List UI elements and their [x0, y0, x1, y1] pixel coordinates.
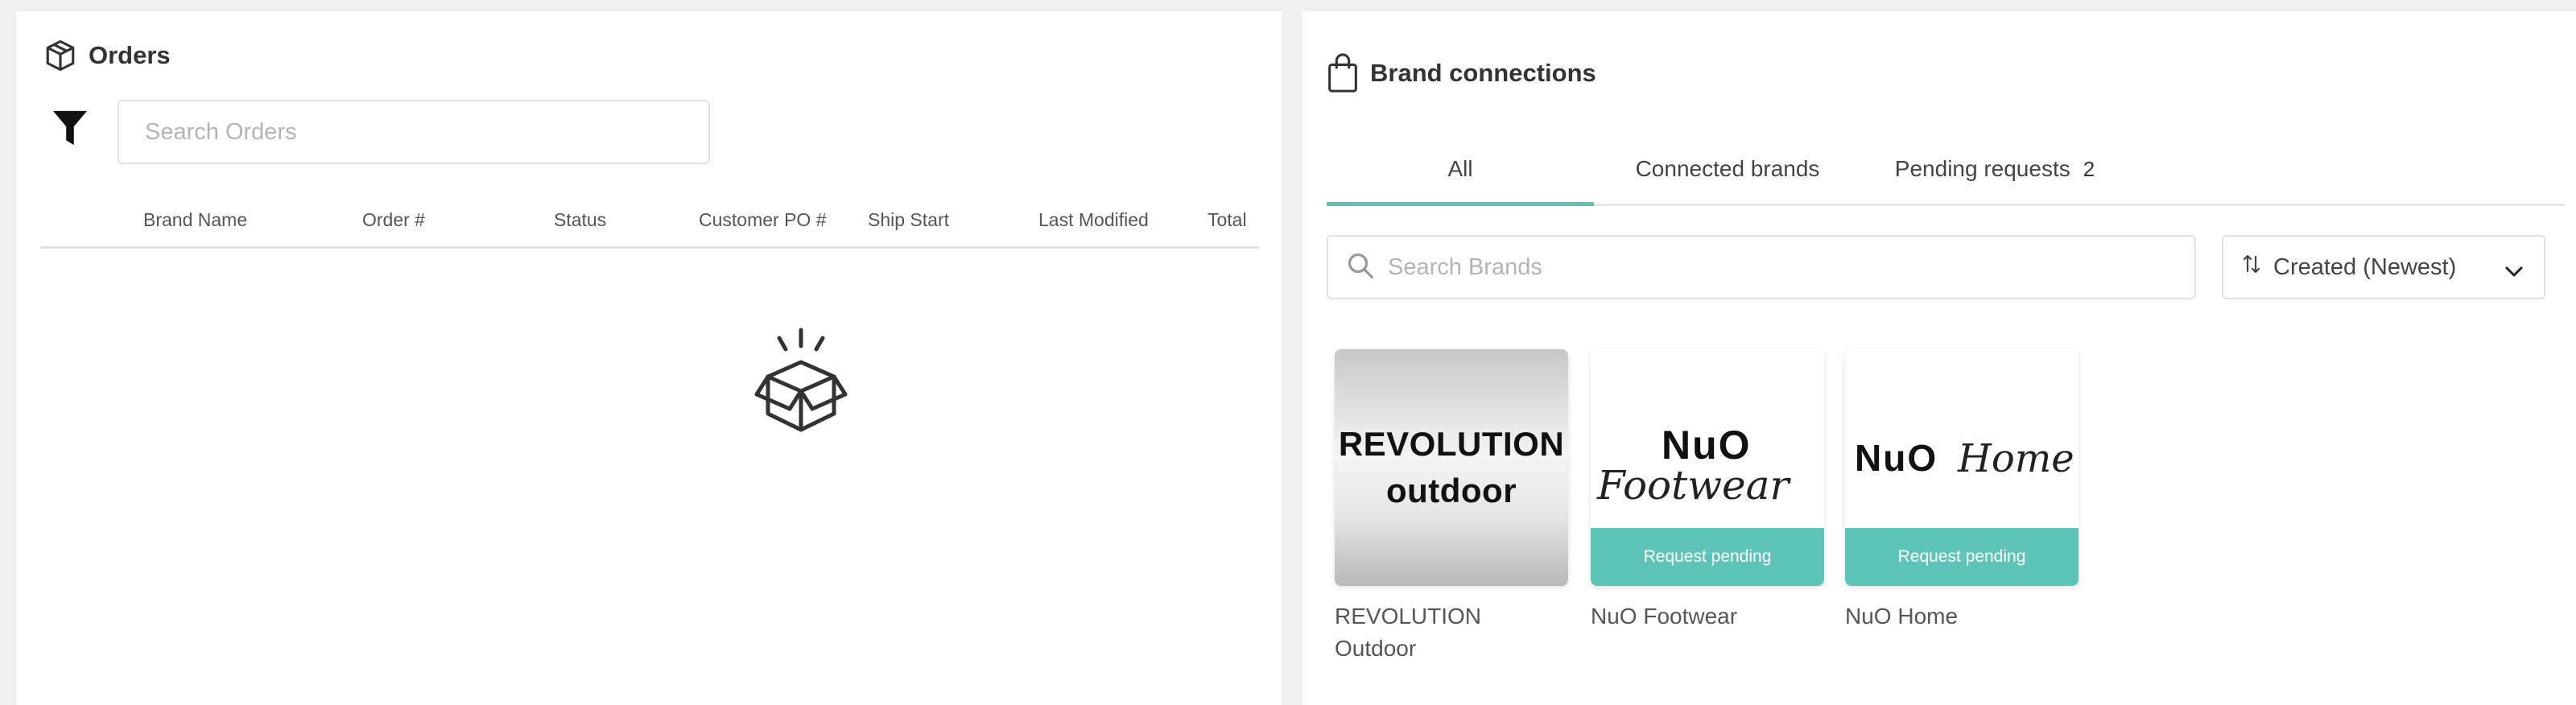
brand-logo-nuo-footwear[interactable]: NuO Footwear Request pending — [1591, 349, 1824, 586]
tab-all[interactable]: All — [1327, 132, 1594, 206]
brand-name[interactable]: NuO Footwear — [1591, 600, 1824, 633]
logo-text-line-2: outdoor — [1385, 472, 1517, 509]
request-pending-badge: Request pending — [1845, 528, 2079, 586]
request-pending-badge: Request pending — [1591, 528, 1824, 586]
tab-connected-brands[interactable]: Connected brands — [1594, 132, 1861, 206]
column-header-customer-po[interactable]: Customer PO # — [699, 209, 827, 231]
brand-name[interactable]: REVOLUTION Outdoor — [1335, 600, 1568, 665]
brand-connections-title: Brand connections — [1370, 59, 1596, 87]
sort-dropdown[interactable]: Created (Newest) — [2222, 235, 2545, 299]
orders-header: Orders — [43, 39, 171, 72]
logo-script: Home — [1958, 436, 2074, 481]
orders-table-header: Brand Name Order # Status Customer PO # … — [16, 196, 1282, 238]
tab-all-label: All — [1447, 156, 1473, 181]
column-header-brand-name[interactable]: Brand Name — [143, 209, 247, 231]
shopping-bag-icon — [1327, 53, 1359, 93]
brand-card-nuo-home[interactable]: NuO Home Request pending NuO Home — [1845, 349, 2079, 633]
column-header-ship-start[interactable]: Ship Start — [868, 209, 949, 231]
empty-box-icon — [750, 324, 852, 447]
column-header-status[interactable]: Status — [554, 209, 606, 231]
brand-name[interactable]: NuO Home — [1845, 600, 2079, 633]
logo-text-line-1: REVOLUTION — [1338, 425, 1565, 463]
search-icon — [1346, 251, 1375, 284]
column-header-order-number[interactable]: Order # — [362, 209, 425, 231]
orders-panel: Orders Brand Name Order # Status Custome… — [16, 11, 1282, 705]
brand-card-revolution-outdoor[interactable]: REVOLUTION outdoor REVOLUTION Outdoor — [1335, 349, 1568, 665]
brands-search-box[interactable] — [1327, 235, 2196, 299]
orders-search-box[interactable] — [118, 100, 710, 164]
brand-connections-header: Brand connections — [1327, 53, 1596, 93]
brand-logo-nuo-home[interactable]: NuO Home Request pending — [1845, 349, 2079, 586]
pending-count-badge: 2 — [2083, 156, 2095, 181]
box-icon — [43, 39, 77, 72]
column-header-last-modified[interactable]: Last Modified — [1038, 209, 1149, 231]
tab-pending-requests-label: Pending requests — [1894, 156, 2070, 181]
column-header-total[interactable]: Total — [1208, 209, 1247, 231]
logo-word: NuO — [1855, 437, 1938, 479]
tab-pending-requests[interactable]: Pending requests 2 — [1861, 132, 2128, 206]
table-divider — [40, 246, 1259, 249]
filter-icon[interactable] — [52, 108, 89, 152]
brands-search-input[interactable] — [1388, 254, 2194, 281]
brand-tabs: All Connected brands Pending requests 2 — [1327, 132, 2565, 206]
orders-title: Orders — [89, 41, 171, 69]
brand-logo-revolution-outdoor[interactable]: REVOLUTION outdoor — [1335, 349, 1568, 586]
chevron-down-icon — [2504, 259, 2524, 286]
brand-card-nuo-footwear[interactable]: NuO Footwear Request pending NuO Footwea… — [1591, 349, 1824, 633]
sort-selected-value: Created (Newest) — [2273, 254, 2457, 280]
tab-connected-brands-label: Connected brands — [1635, 156, 1820, 181]
sort-icon — [2243, 254, 2260, 281]
brand-connections-panel: Brand connections All Connected brands P… — [1302, 11, 2576, 705]
orders-search-input[interactable] — [145, 118, 708, 146]
logo-script: Footwear — [1597, 462, 1790, 509]
